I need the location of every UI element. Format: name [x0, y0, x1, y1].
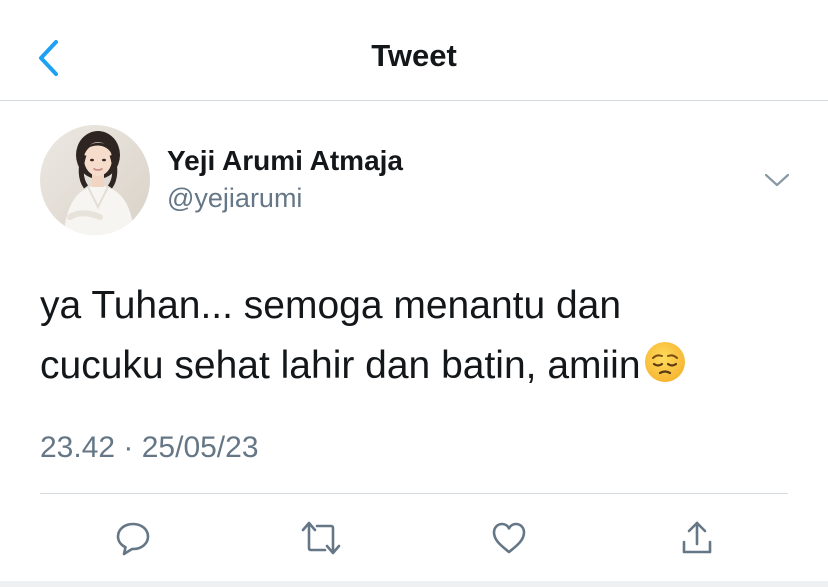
- share-button[interactable]: [670, 511, 724, 565]
- reply-button[interactable]: [106, 511, 160, 565]
- more-options-button[interactable]: [760, 167, 794, 193]
- avatar-photo: [40, 125, 150, 235]
- tweet-actions-bar: [0, 511, 828, 565]
- reply-icon: [116, 522, 150, 556]
- tweet-text-line-with-emoji: cucuku sehat lahir dan batin, amiin: [40, 336, 800, 396]
- divider: [40, 493, 788, 494]
- retweet-icon: [301, 521, 341, 555]
- tweet-text: ya Tuhan... semoga menantu dan cucuku se…: [40, 276, 800, 396]
- bottom-separator: [0, 581, 828, 587]
- author-handle[interactable]: @yejiarumi: [167, 183, 302, 214]
- retweet-button[interactable]: [294, 511, 348, 565]
- tweet-text-line: ya Tuhan... semoga menantu dan: [40, 284, 622, 327]
- chevron-down-icon: [764, 173, 790, 187]
- page-title: Tweet: [371, 38, 457, 73]
- navigation-bar: Tweet: [0, 0, 828, 101]
- like-icon: [492, 522, 526, 554]
- share-icon: [682, 521, 712, 554]
- like-button[interactable]: [482, 511, 536, 565]
- avatar[interactable]: [40, 125, 150, 235]
- author-display-name[interactable]: Yeji Arumi Atmaja: [167, 145, 403, 177]
- tweet-timestamp[interactable]: 23.42 · 25/05/23: [40, 431, 259, 465]
- pensive-face-emoji-icon: [644, 342, 685, 382]
- tweet-text-line: cucuku sehat lahir dan batin, amiin: [40, 344, 641, 387]
